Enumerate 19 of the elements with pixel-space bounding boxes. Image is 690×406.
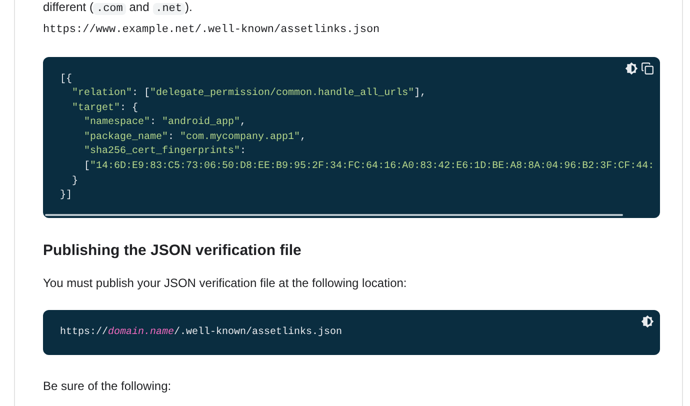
code-line: ["14:6D:E9:83:C5:73:06:50:D8:EE:B9:95:2F:34:FC:64:16:A0:83:42:E6:1D:BE:A8:8A:04:96:B2:3F:CF:44: (84, 160, 654, 174)
code-line: "sha256_cert_fingerprints": (84, 145, 246, 160)
code-line: "namespace": "android_app", (84, 116, 246, 130)
theme-toggle-icon[interactable] (625, 62, 638, 74)
example-url: https://www.example.net/.well-known/assetlinks.json (43, 23, 381, 38)
body-text: You must publish your JSON verification file at the following location: (43, 275, 408, 292)
body-text: Be sure of the following: (43, 378, 172, 395)
code-line: https://domain.name/.well-known/assetlinks.json (60, 326, 342, 340)
section-heading: Publishing the JSON verification file (43, 240, 302, 261)
code-line: } (72, 174, 78, 189)
code-line: "relation": ["delegate_permission/common.handle_all_urls"], (72, 87, 426, 102)
code-line: "package_name": "com.mycompany.app1", (84, 130, 306, 145)
horizontal-scrollbar[interactable] (45, 214, 623, 216)
code-line: "target": { (72, 102, 138, 116)
code-line: }] (60, 189, 72, 204)
intro-text: different ( .com and .net ). (43, 0, 194, 16)
copy-icon[interactable] (641, 62, 654, 74)
theme-toggle-icon[interactable] (641, 315, 654, 328)
code-line: [{ (60, 72, 72, 86)
